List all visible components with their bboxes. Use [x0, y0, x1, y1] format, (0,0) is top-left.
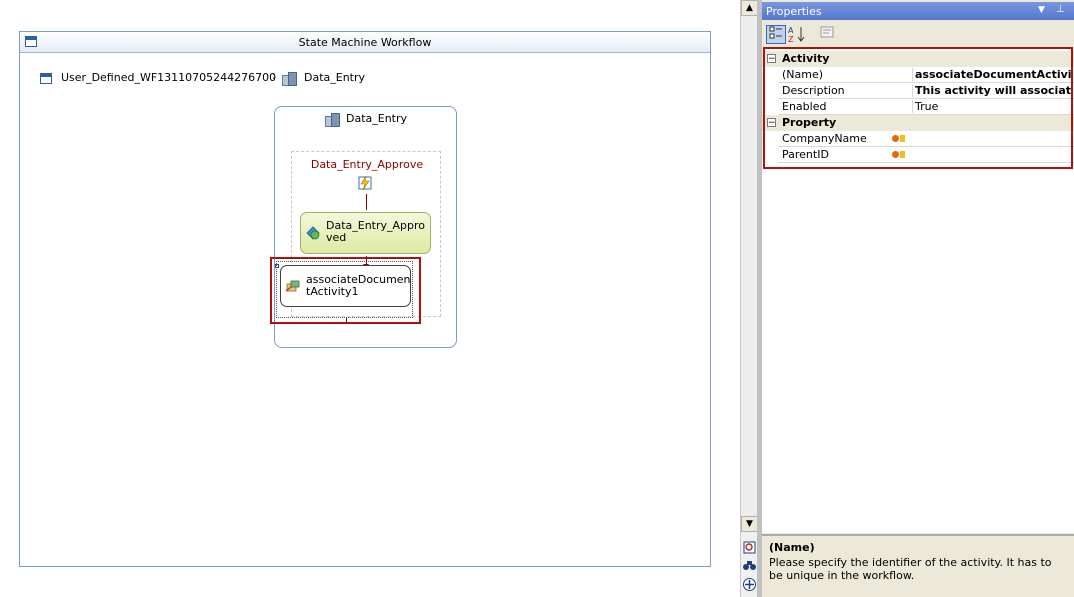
svg-text:Z: Z: [788, 35, 794, 43]
pin-icon[interactable]: ⊥: [1056, 4, 1065, 15]
designer-vertical-scrollbar[interactable]: ▲ ▼: [740, 0, 758, 597]
activity-label: associateDocumen tActivity1: [306, 273, 411, 298]
description-text: Please specify the identifier of the act…: [769, 556, 1052, 582]
svg-text:A: A: [788, 26, 794, 35]
property-pages-icon[interactable]: [817, 25, 837, 44]
connector-line: [346, 318, 347, 324]
dropdown-arrow-icon[interactable]: ▼: [1038, 5, 1045, 15]
activity-label: Data_Entry_Appro ved: [326, 219, 426, 244]
description-title: (Name): [769, 541, 815, 554]
zoom-icon[interactable]: [741, 540, 758, 557]
connector-line: [366, 194, 367, 210]
workflow-name[interactable]: User_Defined_WF13110705244276700: [61, 71, 276, 84]
initial-state-name[interactable]: Data_Entry: [304, 71, 365, 84]
state-title: Data_Entry: [346, 112, 408, 125]
workflow-icon: [40, 73, 52, 84]
custom-activity-icon: [285, 280, 300, 292]
categorized-icon[interactable]: [766, 25, 786, 44]
property-grid-highlight: [763, 47, 1073, 169]
properties-title: Properties: [766, 5, 822, 18]
scroll-down-button[interactable]: ▼: [741, 516, 758, 532]
initial-state-separator: :: [272, 69, 276, 82]
az-sort-icon[interactable]: AZ: [787, 25, 807, 44]
state-icon: [325, 113, 340, 127]
pan-icon[interactable]: [741, 577, 758, 594]
event-lightning-icon: [358, 175, 372, 191]
binoculars-icon[interactable]: [741, 558, 758, 575]
event-driven-label: Data_Entry_Approve: [310, 158, 424, 171]
properties-titlebar: Properties ▼ ⊥: [762, 2, 1074, 20]
scroll-up-button[interactable]: ▲: [741, 0, 758, 16]
workflow-designer: State Machine Workflow User_Defined_WF13…: [0, 0, 740, 597]
state-icon: [282, 72, 297, 86]
property-grid: − Activity (Name) associateDocumentActiv…: [762, 47, 1074, 533]
properties-panel: Properties ▼ ⊥ AZ − Activity (Name) asso…: [762, 0, 1074, 597]
workflow-titlebar: State Machine Workflow: [20, 32, 710, 53]
scroll-track[interactable]: [741, 16, 758, 516]
handle-external-event-icon: [306, 226, 320, 240]
selected-activity-highlight: associateDocumen tActivity1: [270, 257, 421, 324]
description-pane: (Name) Please specify the identifier of …: [762, 534, 1074, 597]
selection-dotted-frame: associateDocumen tActivity1: [276, 261, 413, 318]
properties-toolbar: AZ: [762, 22, 1074, 46]
activity-associate-document[interactable]: associateDocumen tActivity1: [280, 265, 411, 307]
workflow-title: State Machine Workflow: [298, 36, 432, 49]
activity-data-entry-approved[interactable]: Data_Entry_Appro ved: [300, 212, 431, 254]
